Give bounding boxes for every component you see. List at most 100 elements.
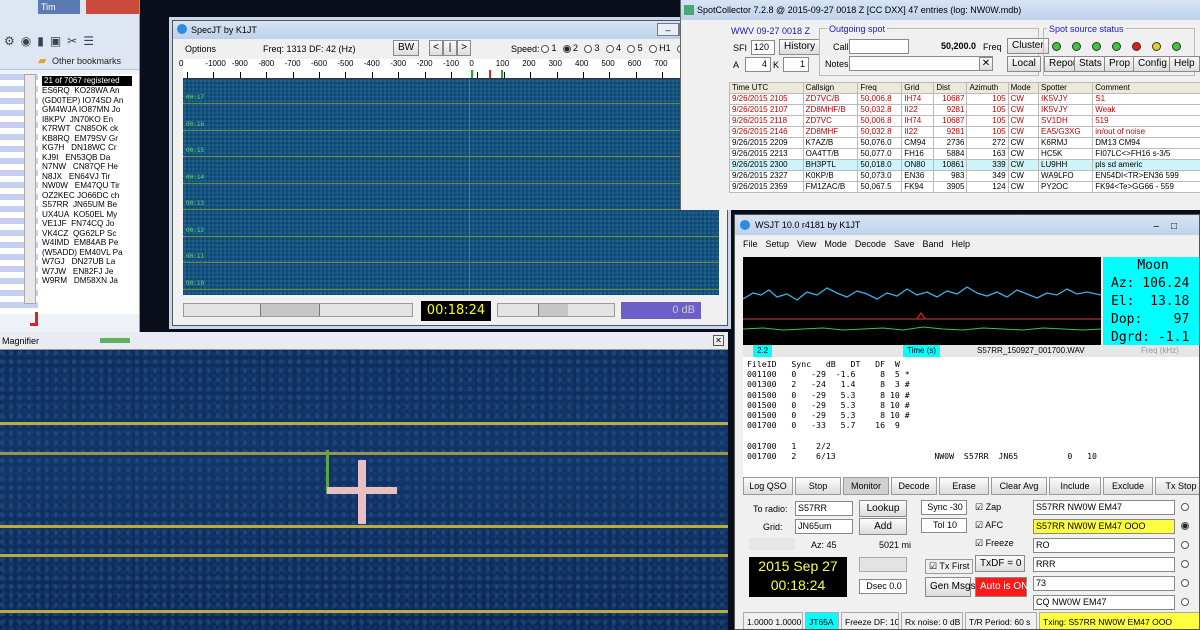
column-header[interactable]: Time UTC xyxy=(729,82,804,94)
dsec-field[interactable]: Dsec 0.0 xyxy=(859,579,907,594)
monitor-button[interactable]: Monitor xyxy=(843,477,889,495)
stop-button[interactable]: Stop xyxy=(795,477,841,495)
decode-average-row[interactable]: 001700 1 2/2 xyxy=(747,441,1197,451)
list-item[interactable]: KG7H DN18WC Cr xyxy=(42,143,128,153)
waterfall-display[interactable]: 00:17 00:16 00:15 00:14 00:13 00:12 00:11 00:10 xyxy=(183,79,719,295)
list-item[interactable]: OZ2KEC JO66DC ch xyxy=(42,191,128,201)
grid-field[interactable]: JN65um xyxy=(795,519,853,534)
menu-view[interactable]: View xyxy=(797,239,816,249)
speed-option-3[interactable]: 3 xyxy=(584,43,600,53)
list-item[interactable]: ES6RQ KO28WA An xyxy=(42,86,128,96)
add-button[interactable]: Add xyxy=(859,518,907,535)
decode-button[interactable]: Decode xyxy=(891,477,937,495)
decode-row[interactable]: 001500 0 -29 5.3 8 10 # xyxy=(747,410,1197,420)
list-item[interactable]: W7JW EN82FJ Je xyxy=(42,267,128,277)
close-icon[interactable]: ✕ xyxy=(713,335,724,346)
tx-message-2[interactable]: S57RR NW0W EM47 OOO xyxy=(1033,519,1175,534)
history-button[interactable]: History xyxy=(779,39,821,55)
column-header[interactable]: Freq xyxy=(857,82,903,94)
lookup-button[interactable]: Lookup xyxy=(859,500,907,517)
tx-message-5[interactable]: 73 xyxy=(1033,576,1175,591)
to-radio-field[interactable]: S57RR xyxy=(795,501,853,516)
options-menu[interactable]: Options xyxy=(185,44,216,54)
local-button[interactable]: Local xyxy=(1007,56,1041,72)
call-field[interactable] xyxy=(849,39,909,54)
browser-tab[interactable]: Tim xyxy=(38,0,80,14)
decode-row[interactable]: 001300 2 -24 1.4 8 3 # xyxy=(747,379,1197,389)
menu-setup[interactable]: Setup xyxy=(766,239,790,249)
menu-save[interactable]: Save xyxy=(894,239,915,249)
decode-row[interactable]: 001500 0 -29 5.3 8 10 # xyxy=(747,390,1197,400)
table-row[interactable]: 9/26/2015 2146 ZD8MHF 50,032.8 II22 9281 105 C… xyxy=(729,126,1200,138)
minimize-button[interactable]: – xyxy=(657,23,679,36)
table-row[interactable]: 9/26/2015 2107 ZD8MHF/B 50,032.8 II22 9281 10… xyxy=(729,104,1200,116)
table-row[interactable]: 9/26/2015 2209 K7AZ/B 50,076.0 CM94 2736 272 C… xyxy=(729,137,1200,149)
window-close-button[interactable] xyxy=(86,0,139,14)
list-item[interactable]: W9RM DM58XN Ja xyxy=(42,276,128,286)
list-item[interactable]: W7GJ DN27UB La xyxy=(42,257,128,267)
auto-on-button[interactable]: Auto is ON xyxy=(975,577,1028,597)
scroll-right-button[interactable]: > xyxy=(457,40,471,56)
menu-mode[interactable]: Mode xyxy=(824,239,847,249)
list-item[interactable]: VK4CZ QG62LP Sc xyxy=(42,229,128,239)
brightness-slider[interactable] xyxy=(183,303,413,317)
list-item[interactable]: (GD0TEP) IO74SD An xyxy=(42,96,128,106)
column-header[interactable]: Azimuth xyxy=(966,82,1009,94)
table-row[interactable]: 9/26/2015 2359 FM1ZAC/B 50,067.5 FK94 3905 12… xyxy=(729,181,1200,193)
config-button[interactable]: Config xyxy=(1133,56,1172,72)
speed-option-5[interactable]: 5 xyxy=(627,43,643,53)
notes-field[interactable] xyxy=(849,56,993,71)
list-item[interactable]: (W5ADD) EM40VL Pa xyxy=(42,248,128,258)
column-header[interactable]: Dist xyxy=(933,82,968,94)
tx-message-1[interactable]: S57RR NW0W EM47 xyxy=(1033,500,1175,515)
tx-message-3[interactable]: RO xyxy=(1033,538,1175,553)
table-row[interactable]: 9/26/2015 2300 BH3PTL 50,018.0 ON80 10861 339… xyxy=(729,159,1200,171)
speed-option-1[interactable]: 1 xyxy=(541,43,557,53)
clear-notes-icon[interactable]: ✕ xyxy=(979,57,993,71)
tx-message-4[interactable]: RRR xyxy=(1033,557,1175,572)
list-item[interactable]: N8JX EN64VJ Tir xyxy=(42,172,128,182)
list-item[interactable]: S57RR JN65UM Be xyxy=(42,200,128,210)
list-scrollbar[interactable] xyxy=(24,74,36,304)
list-item[interactable]: KB8RQ EM79SV Gr xyxy=(42,134,128,144)
maximize-button[interactable]: □ xyxy=(1171,217,1177,237)
tx-message-6[interactable]: CQ NW0W EM47 xyxy=(1033,595,1175,610)
list-item[interactable]: UX4UA KO50EL My xyxy=(42,210,128,220)
list-item[interactable]: VE1JF FN74CQ Jo xyxy=(42,219,128,229)
speed-option-2[interactable]: 2 xyxy=(562,43,578,53)
table-row[interactable]: 9/26/2015 2105 ZD7VC/B 50,006.8 IH74 10687 10… xyxy=(729,93,1200,105)
tx-radio-2[interactable] xyxy=(1181,522,1189,530)
list-item[interactable]: KJ9I EN53QB Da xyxy=(42,153,128,163)
log-qso-button[interactable]: Log QSO xyxy=(743,477,793,495)
tx-radio-3[interactable] xyxy=(1181,541,1189,549)
menu-decode[interactable]: Decode xyxy=(855,239,886,249)
table-row[interactable]: 9/26/2015 2118 ZD7VC 50,006.8 IH74 10687 105 C… xyxy=(729,115,1200,127)
include-button[interactable]: Include xyxy=(1049,477,1101,495)
decode-output[interactable]: FileID Sync dB DT DF W 001100 0 -29 -1.6 … xyxy=(743,357,1199,485)
column-header[interactable]: Mode xyxy=(1007,82,1040,94)
k-field[interactable]: 1 xyxy=(783,57,809,72)
column-header[interactable]: Callsign xyxy=(802,82,859,94)
center-button[interactable]: | xyxy=(443,40,457,56)
prop-button[interactable]: Prop xyxy=(1104,56,1136,72)
stats-button[interactable]: Stats xyxy=(1074,56,1107,72)
decode-row[interactable]: 001500 0 -29 5.3 8 10 # xyxy=(747,400,1197,410)
speed-option-4[interactable]: 4 xyxy=(605,43,621,53)
sfi-field[interactable]: 120 xyxy=(751,40,775,55)
afc-checkbox[interactable]: ☑ AFC xyxy=(975,520,1003,531)
menu-band[interactable]: Band xyxy=(922,239,943,249)
table-row[interactable]: 9/26/2015 2213 OA4TT/B 50,077.0 FH16 5884 163… xyxy=(729,148,1200,160)
list-item[interactable]: I8KPV JN70KO En xyxy=(42,115,128,125)
freeze-checkbox[interactable]: ☑ Freeze xyxy=(975,538,1014,549)
decode-row[interactable]: 001100 0 -29 -1.6 8 5 * xyxy=(747,369,1197,379)
tx-radio-1[interactable] xyxy=(1181,503,1189,511)
list-item[interactable]: W4IMD EM84AB Pe xyxy=(42,238,128,248)
a-field[interactable]: 4 xyxy=(745,57,771,72)
tx-radio-5[interactable] xyxy=(1181,579,1189,587)
txfirst-checkbox[interactable]: ☑ Tx First xyxy=(925,559,974,574)
list-item[interactable]: NW0W EM47QU Tir xyxy=(42,181,128,191)
zap-checkbox[interactable]: ☑ Zap xyxy=(975,502,1001,513)
slider-thumb[interactable] xyxy=(260,304,320,316)
txdf-button[interactable]: TxDF = 0 xyxy=(975,555,1025,572)
table-row[interactable]: 9/26/2015 2327 K0KP/B 50,073.0 EN36 983 349 CW… xyxy=(729,170,1200,182)
